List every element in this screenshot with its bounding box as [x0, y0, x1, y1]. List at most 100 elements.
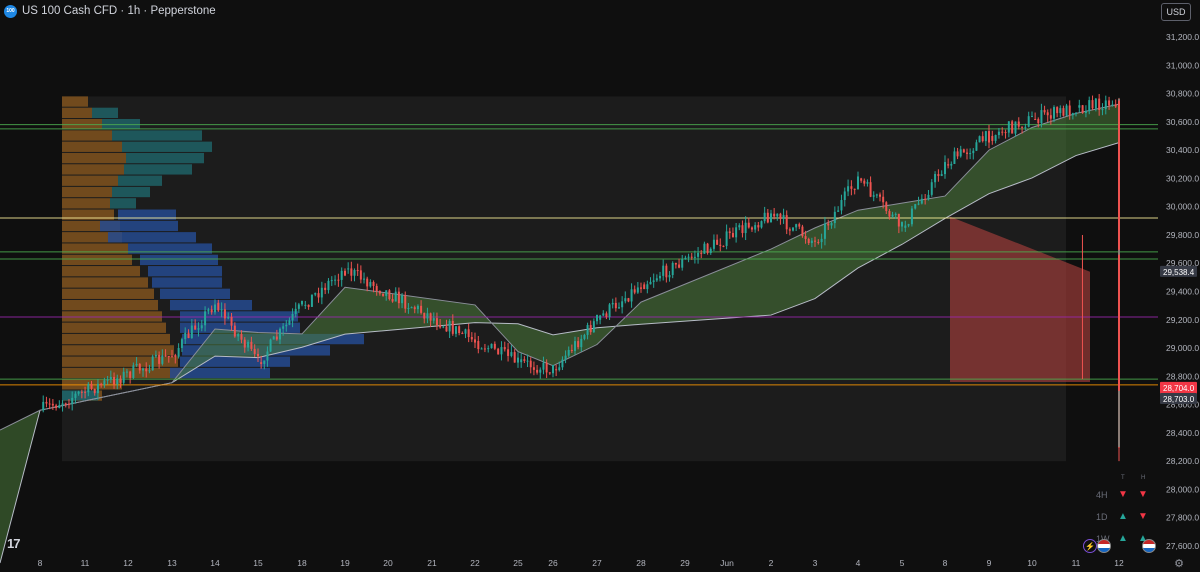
candle-body — [833, 211, 836, 224]
candle-body — [795, 224, 798, 228]
candle-body — [542, 362, 545, 370]
candle-body — [161, 355, 164, 364]
candle-body — [910, 208, 913, 225]
tradingview-logo-icon[interactable]: 17 — [7, 536, 21, 551]
candle-body — [158, 354, 161, 364]
candle-body — [80, 391, 83, 393]
volume-profile-bar — [160, 288, 230, 299]
candle-body — [773, 213, 776, 217]
candle-body — [984, 131, 987, 142]
volume-profile-bar — [62, 175, 118, 186]
candle-body — [334, 279, 337, 281]
candle-body — [750, 227, 753, 230]
y-tick-label: 27,600.0 — [1166, 541, 1199, 551]
bolt-icon[interactable]: ⚡ — [1083, 539, 1097, 553]
candle-body — [857, 176, 859, 190]
candle-body — [703, 243, 706, 254]
price-chart[interactable]: 31,200.0 31,000.0 30,800.0 30,600.0 30,400.0… — [0, 0, 1200, 572]
candle-body — [470, 337, 473, 340]
candle-body — [807, 238, 810, 244]
candle-body — [382, 293, 385, 296]
candle-body — [288, 320, 291, 325]
candle-body — [882, 196, 885, 203]
y-tick-label: 28,200.0 — [1166, 456, 1199, 466]
candle-body — [690, 256, 693, 258]
volume-profile-bar — [62, 107, 92, 119]
candle-body — [738, 225, 741, 228]
candle-body — [655, 278, 658, 281]
candle-body — [233, 325, 236, 337]
candle-body — [503, 347, 506, 350]
candle-body — [840, 200, 843, 211]
candle-body — [197, 328, 200, 330]
candle-body — [458, 326, 461, 334]
candle-body — [618, 307, 620, 309]
candle-body — [776, 213, 779, 217]
candle-body — [467, 329, 470, 338]
currency-button[interactable]: USD — [1161, 3, 1191, 21]
candle-body — [643, 284, 646, 290]
candle-body — [1078, 105, 1081, 108]
candle-body — [674, 262, 677, 265]
candle-body — [1031, 116, 1033, 118]
candle-body — [145, 368, 148, 372]
candle-body — [109, 376, 112, 380]
candle-body — [353, 270, 356, 276]
candle-body — [314, 293, 317, 295]
candle-body — [837, 210, 840, 212]
candle-body — [917, 203, 920, 205]
x-tick-label: 20 — [383, 558, 393, 568]
candle-body — [700, 252, 703, 254]
y-tick-label: 29,000.0 — [1166, 343, 1199, 353]
candle-body — [190, 325, 193, 339]
y-tick-label: 28,000.0 — [1166, 484, 1199, 494]
x-tick-label: 27 — [592, 558, 602, 568]
symbol-title[interactable]: US 100 Cash CFD · 1h · Pepperstone — [22, 5, 216, 17]
candle-body — [1068, 105, 1071, 116]
us-flag-icon-2[interactable] — [1142, 539, 1156, 553]
candle-body — [310, 294, 313, 307]
volume-profile-bar — [62, 277, 148, 288]
candle-body — [624, 298, 627, 302]
x-tick-label: 8 — [943, 558, 948, 568]
candle-body — [493, 343, 496, 349]
x-tick-label: 28 — [636, 558, 646, 568]
candle-body — [439, 325, 442, 328]
candle-body — [599, 315, 602, 320]
candle-body — [567, 349, 570, 356]
candle-body — [445, 326, 448, 332]
candle-body — [731, 233, 734, 238]
candle-body — [327, 280, 330, 291]
candle-body — [1034, 119, 1037, 121]
volume-profile-bar — [180, 311, 298, 322]
candle-body — [843, 191, 846, 201]
candle-body — [480, 348, 483, 350]
candle-body — [678, 264, 681, 268]
volume-profile-bar — [62, 311, 162, 322]
x-tick-label: 3 — [813, 558, 818, 568]
candle-body — [1104, 100, 1107, 110]
y-tick-label: 31,000.0 — [1166, 60, 1199, 70]
candle-body — [564, 355, 567, 360]
symbol-header[interactable]: 100 US 100 Cash CFD · 1h · Pepperstone — [4, 3, 216, 19]
candle-body — [154, 354, 157, 357]
candle-body — [227, 316, 230, 319]
candle-body — [426, 313, 429, 319]
candle-body — [820, 238, 823, 243]
x-tick-label: 15 — [253, 558, 263, 568]
volume-profile-bar — [62, 345, 174, 356]
y-tick-label: 30,000.0 — [1166, 202, 1199, 212]
us-flag-icon[interactable] — [1097, 539, 1111, 553]
settings-gear-icon[interactable]: ⚙ — [1172, 556, 1186, 570]
candle-body — [369, 282, 372, 287]
candle-body — [972, 150, 975, 154]
candle-body — [536, 369, 539, 373]
candle-body — [523, 359, 526, 361]
candle-body — [969, 153, 972, 155]
volume-profile-bar — [62, 186, 112, 198]
candle-body — [520, 359, 523, 363]
candle-body — [659, 275, 662, 279]
candle-body — [671, 262, 674, 276]
candle-body — [879, 194, 881, 197]
x-tick-label: 10 — [1027, 558, 1037, 568]
